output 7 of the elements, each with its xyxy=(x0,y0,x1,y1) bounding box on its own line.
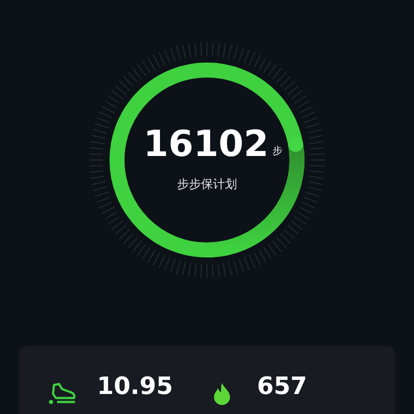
step-unit: 步 xyxy=(272,144,283,159)
plan-name: 步步保计划 xyxy=(177,176,237,193)
shoe-icon xyxy=(48,382,76,404)
step-count: 16102 xyxy=(143,127,269,163)
stat-value: 657 xyxy=(257,374,308,398)
stat-value: 10.95 xyxy=(97,374,173,398)
flame-icon xyxy=(212,382,232,406)
